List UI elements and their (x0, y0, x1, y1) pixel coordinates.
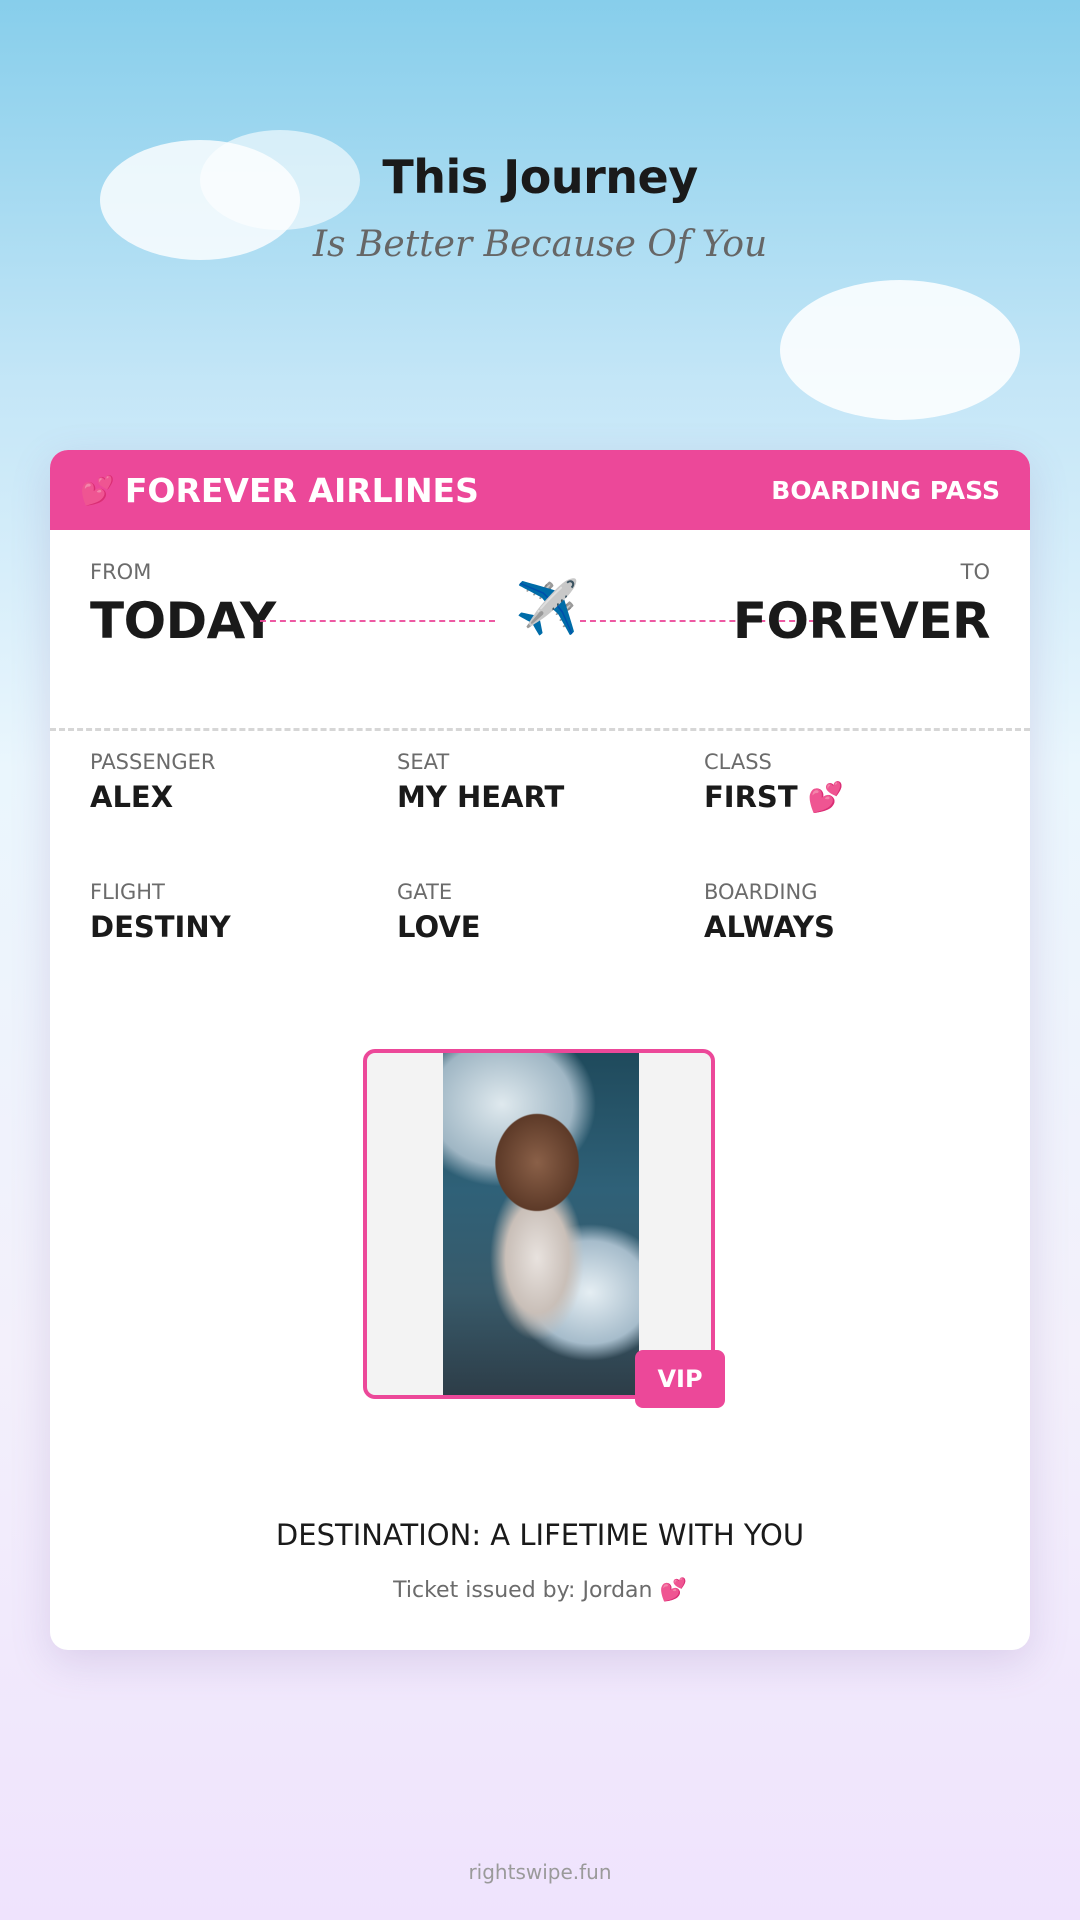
vip-badge: VIP (635, 1350, 725, 1408)
boarding-pass-card: 💕 FOREVER AIRLINES BOARDING PASS FROM TO… (50, 450, 1030, 1650)
cloud-decoration (780, 280, 1020, 420)
detail-value: MY HEART (397, 780, 565, 814)
detail-class: CLASS FIRST 💕 (704, 750, 844, 815)
detail-value: ALWAYS (704, 910, 835, 944)
detail-label: PASSENGER (90, 750, 216, 774)
issued-by-text: Ticket issued by: Jordan 💕 (393, 1578, 687, 1603)
detail-value: LOVE (397, 910, 481, 944)
airline-name: 💕 FOREVER AIRLINES (80, 471, 479, 510)
detail-seat: SEAT MY HEART (397, 750, 564, 814)
route-section: FROM TODAY ✈️ TO FOREVER (50, 530, 1030, 730)
hero-header: This Journey Is Better Because Of You (0, 150, 1080, 265)
ticket-header: 💕 FOREVER AIRLINES BOARDING PASS (50, 450, 1030, 530)
from-label: FROM (90, 560, 152, 584)
detail-label: BOARDING (704, 880, 818, 904)
detail-boarding: BOARDING ALWAYS (704, 880, 835, 944)
detail-label: CLASS (704, 750, 772, 774)
two-hearts-icon: 💕 (80, 473, 115, 507)
boarding-pass-label: BOARDING PASS (771, 475, 1000, 505)
route-line-left (260, 620, 495, 622)
hero-subtitle: Is Better Because Of You (312, 224, 768, 265)
detail-value: FIRST 💕 (704, 780, 844, 814)
ticket-perforation-divider (50, 728, 1030, 731)
from-value: TODAY (90, 592, 276, 650)
destination-text: DESTINATION: A LIFETIME WITH YOU (275, 1518, 805, 1552)
passenger-photo (443, 1053, 639, 1395)
airplane-icon: ✈️ (515, 579, 580, 637)
airline-label: FOREVER AIRLINES (124, 470, 479, 510)
detail-flight: FLIGHT DESTINY (90, 880, 231, 944)
detail-label: FLIGHT (90, 880, 165, 904)
detail-passenger: PASSENGER ALEX (90, 750, 215, 814)
detail-value: ALEX (90, 780, 174, 814)
detail-label: GATE (397, 880, 453, 904)
detail-gate: GATE LOVE (397, 880, 481, 944)
passenger-photo-frame (363, 1049, 715, 1399)
to-value: FOREVER (732, 592, 991, 650)
hero-title: This Journey (382, 150, 698, 204)
detail-value: DESTINY (90, 910, 231, 944)
footer-site-link[interactable]: rightswipe.fun (0, 1860, 1080, 1884)
detail-label: SEAT (397, 750, 450, 774)
to-label: TO (960, 560, 990, 584)
